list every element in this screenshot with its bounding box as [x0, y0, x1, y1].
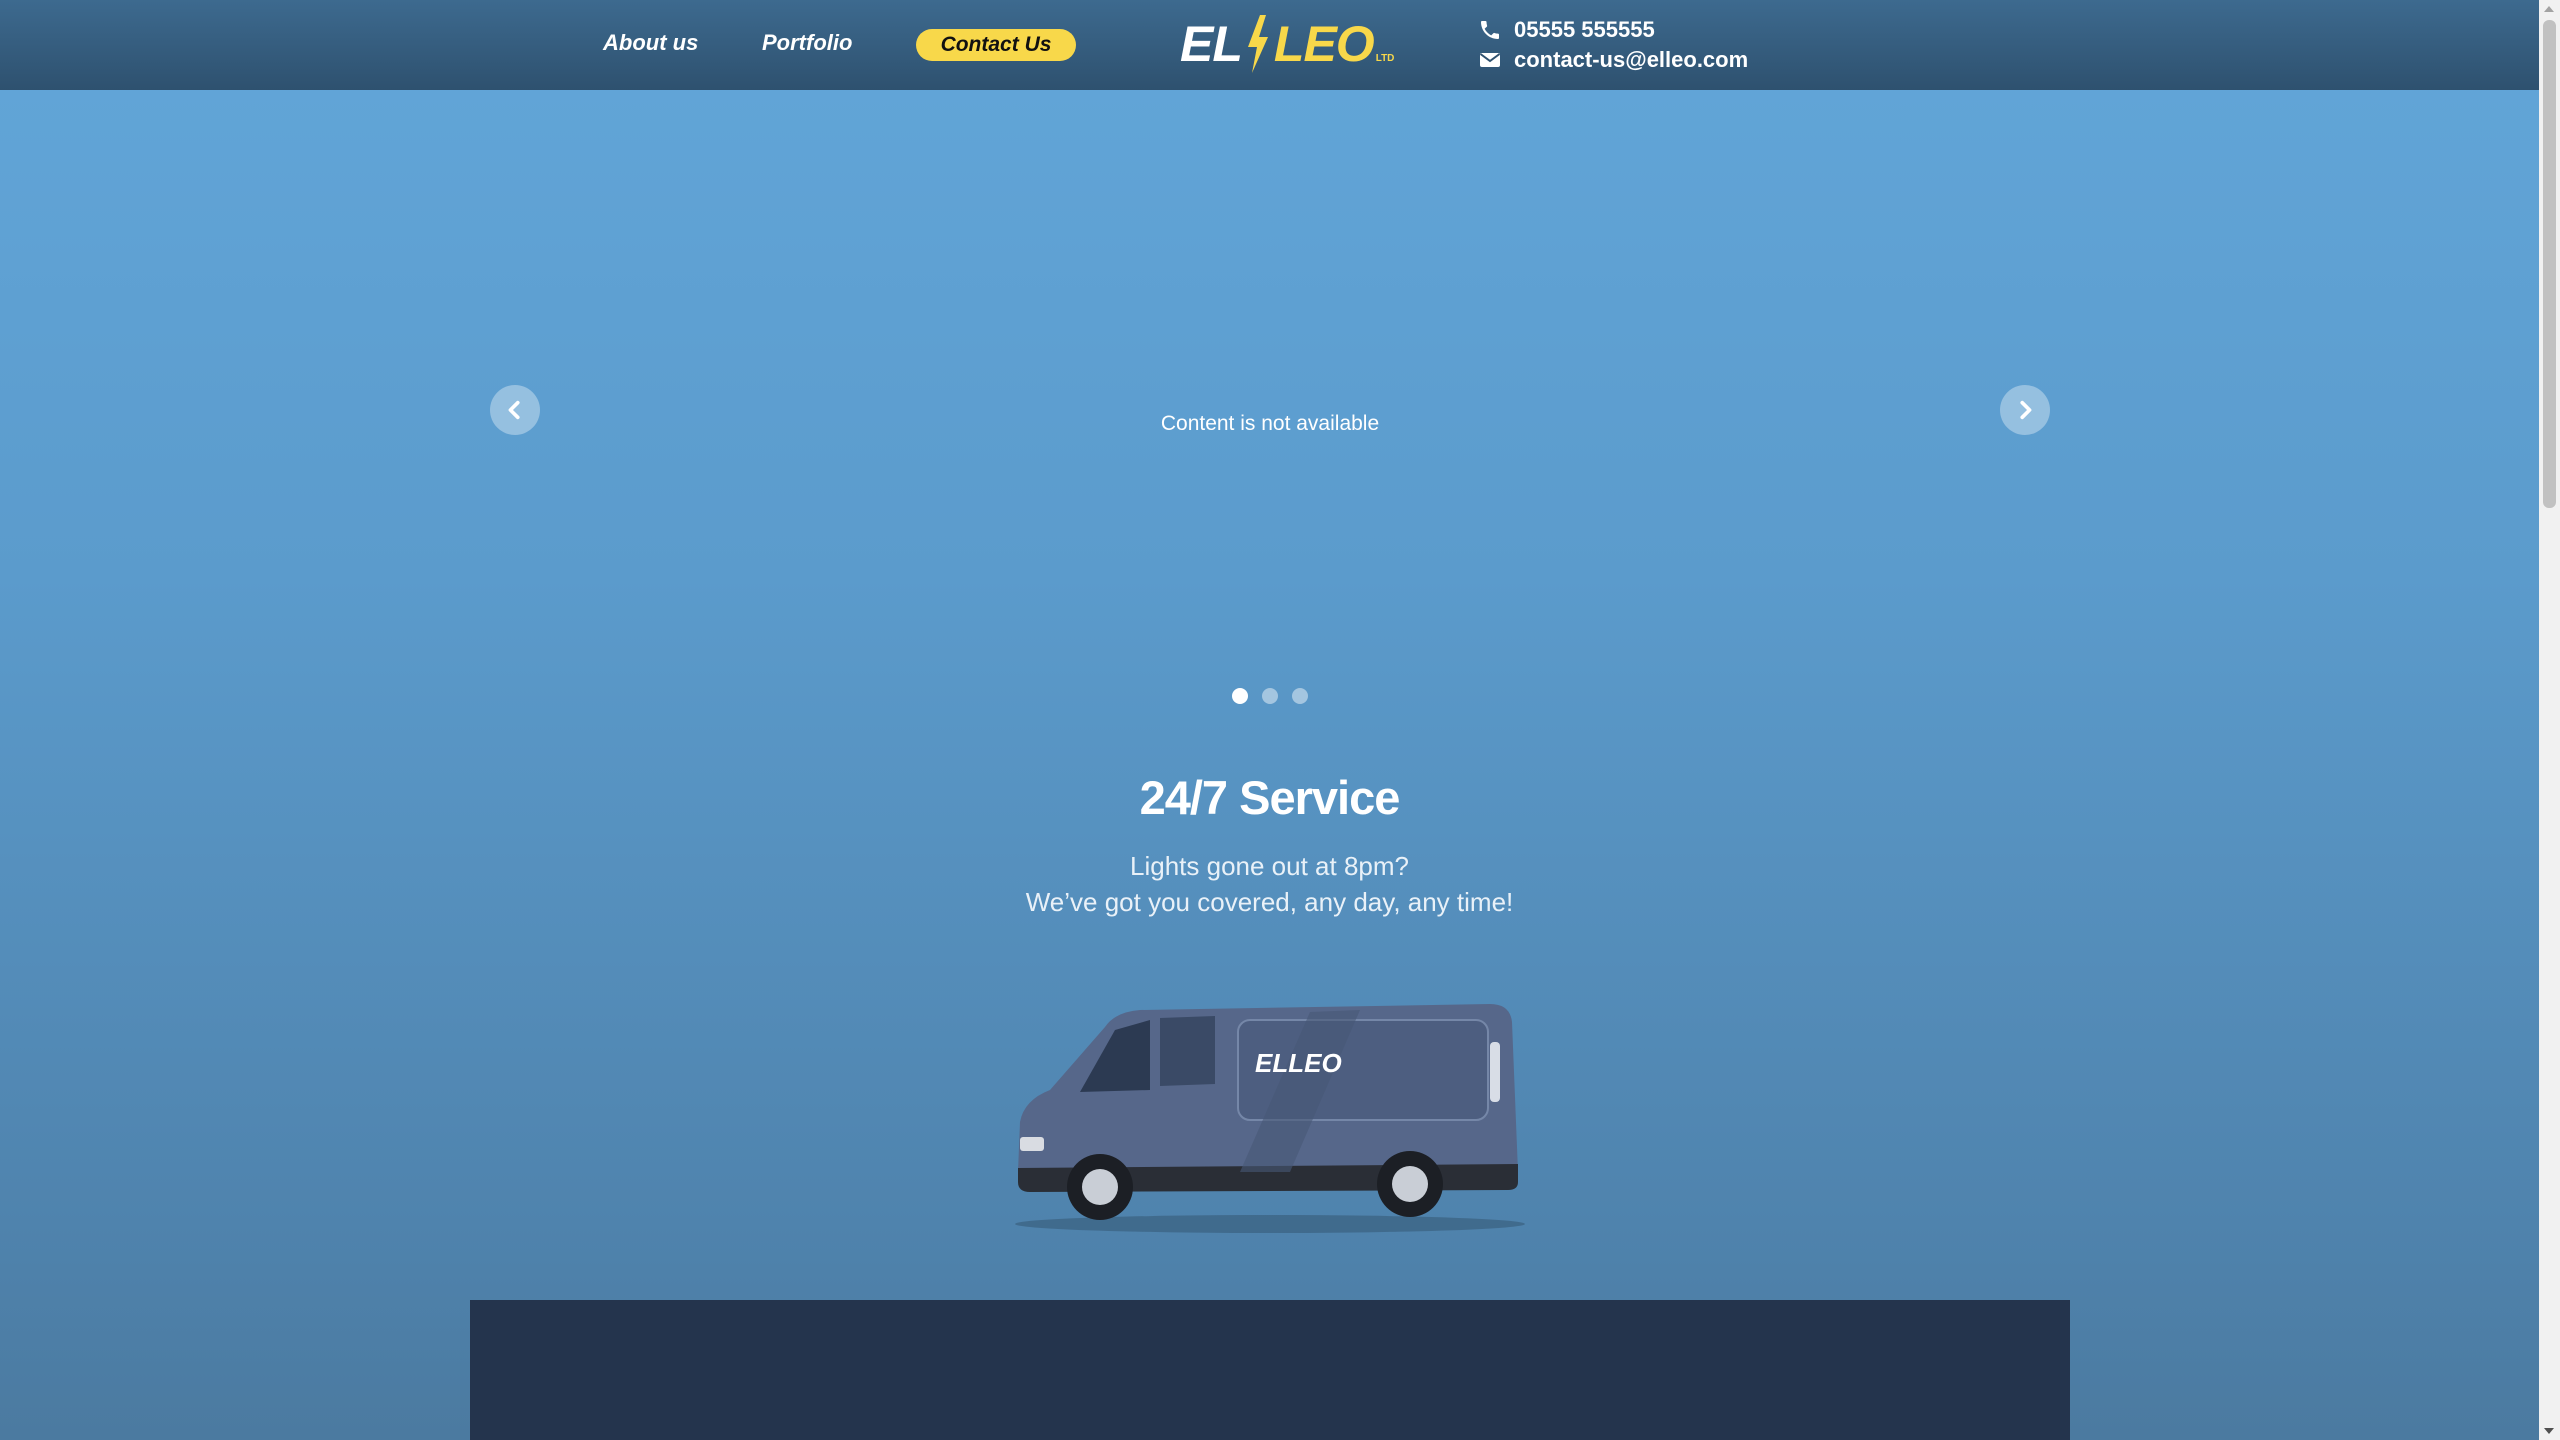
- carousel-dot-3[interactable]: [1292, 688, 1308, 704]
- scrollbar-thumb[interactable]: [2543, 20, 2556, 508]
- site-header: About us Portfolio Contact Us EL LEO LTD…: [0, 0, 2539, 90]
- carousel-message: Content is not available: [1160, 412, 1380, 435]
- header-email[interactable]: contact-us@elleo.com: [1478, 47, 1748, 73]
- van-illustration: ELLEO: [1015, 1004, 1525, 1233]
- service-title: 24/7 Service: [1139, 771, 1401, 824]
- scroll-down-arrow-icon[interactable]: [2544, 1428, 2554, 1434]
- scroll-up-arrow-icon[interactable]: [2544, 6, 2554, 12]
- carousel-dot-1[interactable]: [1232, 688, 1248, 704]
- site-logo[interactable]: EL LEO LTD: [1180, 14, 1394, 74]
- service-line-1: Lights gone out at 8pm?: [1130, 851, 1409, 881]
- logo-text-part2: LEO: [1273, 16, 1375, 72]
- chevron-right-icon: [2020, 400, 2032, 420]
- hero-carousel: Content is not available: [470, 90, 2070, 730]
- envelope-icon: [1479, 53, 1501, 67]
- phone-icon: [1481, 21, 1499, 39]
- phone-number: 05555 555555: [1514, 17, 1655, 42]
- service-subtitle: Lights gone out at 8pm? We’ve got you co…: [0, 848, 2539, 920]
- dark-content-panel: [470, 1300, 2070, 1440]
- carousel-pagination: [470, 688, 2070, 704]
- logo-ltd-suffix: LTD: [1375, 53, 1395, 64]
- nav-about-link[interactable]: About us: [603, 30, 698, 56]
- header-phone[interactable]: 05555 555555: [1478, 17, 1655, 43]
- vertical-scrollbar[interactable]: [2539, 0, 2560, 1440]
- contact-us-button[interactable]: Contact Us: [916, 29, 1076, 61]
- logo-text-part1: EL: [1180, 16, 1243, 72]
- page: About us Portfolio Contact Us EL LEO LTD…: [0, 0, 2539, 1440]
- lightning-bolt-icon: [1247, 15, 1268, 73]
- carousel-next-button[interactable]: [2000, 385, 2050, 435]
- service-line-2: We’ve got you covered, any day, any time…: [1025, 887, 1514, 917]
- carousel-dot-2[interactable]: [1262, 688, 1278, 704]
- email-address: contact-us@elleo.com: [1514, 47, 1749, 72]
- nav-portfolio-link[interactable]: Portfolio: [762, 30, 852, 56]
- van-logo-text: ELLEO: [1255, 1048, 1342, 1078]
